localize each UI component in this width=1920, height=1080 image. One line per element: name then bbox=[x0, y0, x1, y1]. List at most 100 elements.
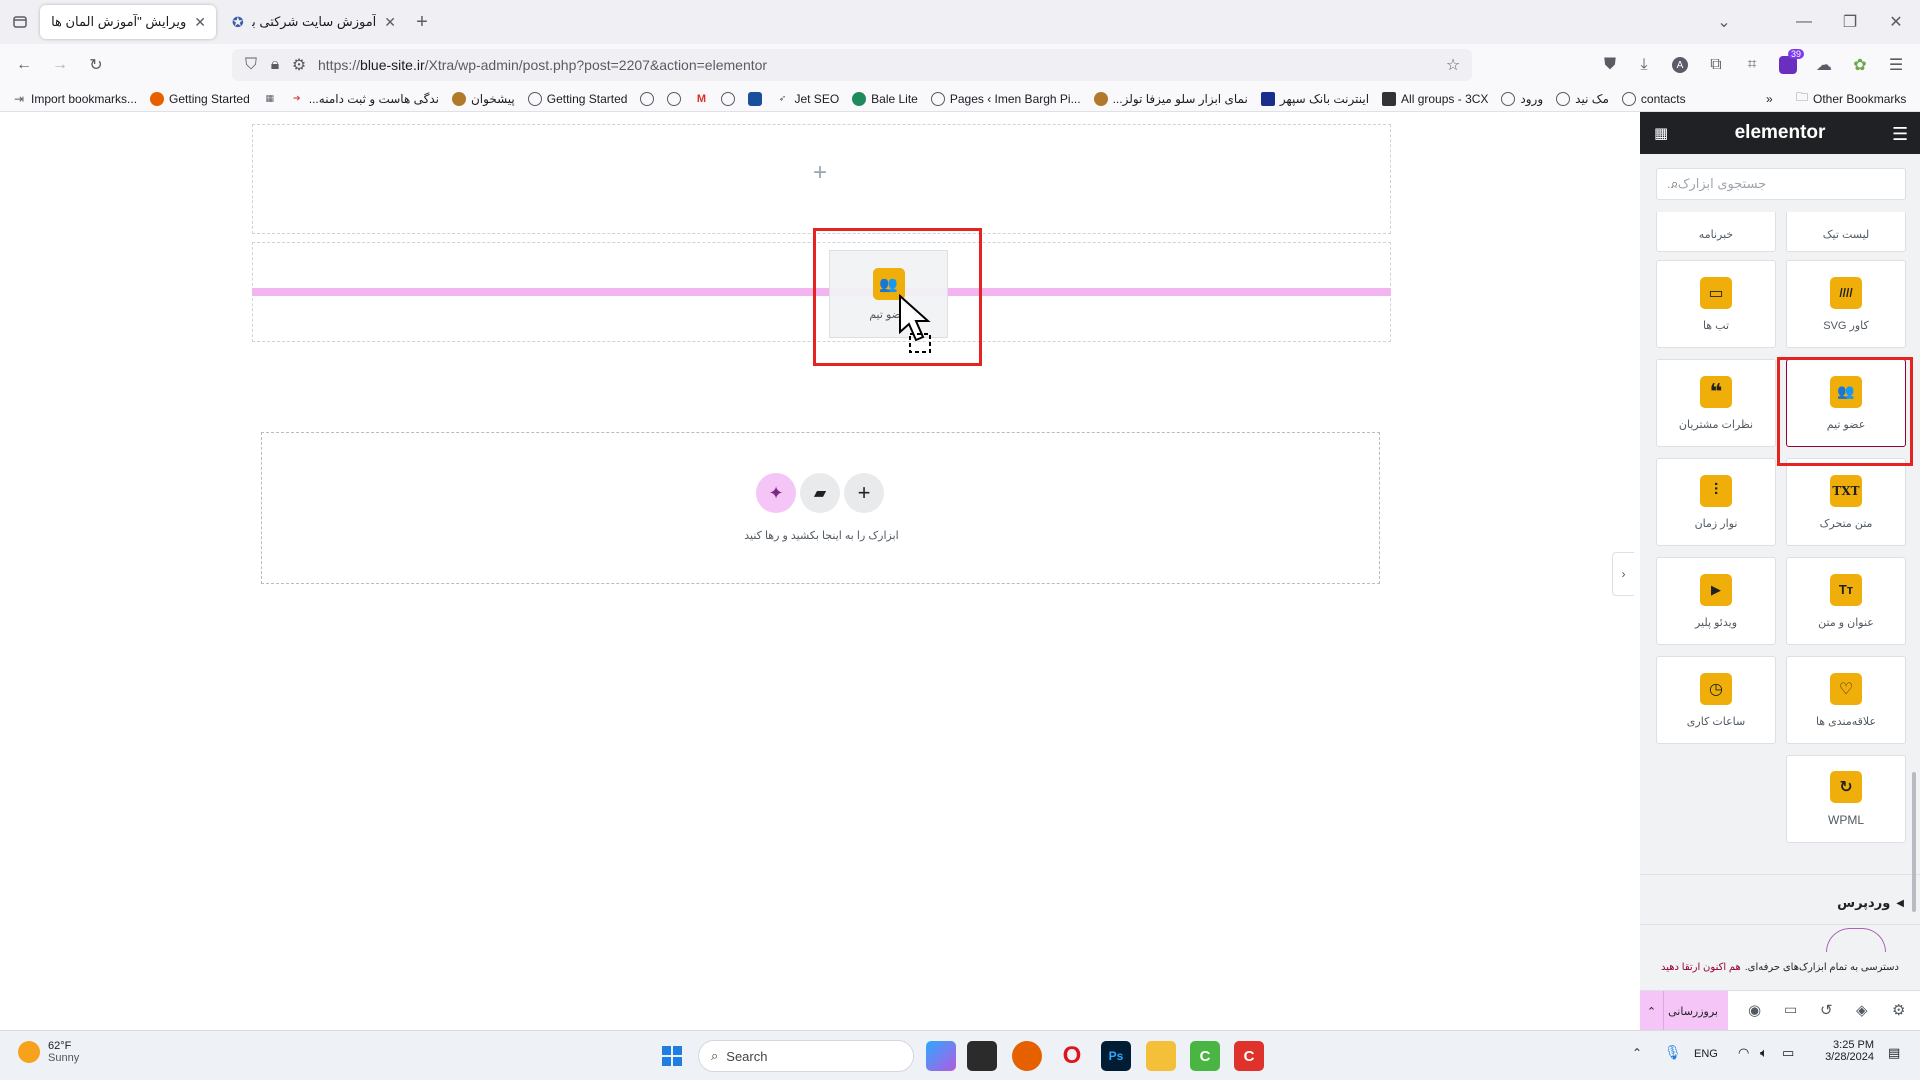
promo-upgrade-link[interactable]: هم اکنون ارتقا دهید bbox=[1661, 962, 1741, 973]
bookmark-item[interactable]: ⇥ Import bookmarks... bbox=[12, 92, 137, 106]
tab-inactive[interactable]: ✪ آموزش سایت شرکتی با قالب اکس... ✕ bbox=[222, 5, 406, 39]
template-library-button[interactable]: ▰ bbox=[800, 473, 840, 513]
bookmark-item[interactable]: اینترنت بانک سپهر bbox=[1260, 91, 1369, 106]
ai-button[interactable]: ✦ bbox=[756, 473, 796, 513]
photoshop-icon[interactable]: Ps bbox=[1101, 1041, 1131, 1071]
bookmark-item[interactable] bbox=[721, 91, 736, 106]
puzzle-icon[interactable]: ✿ bbox=[1848, 53, 1872, 77]
microphone-icon[interactable]: 🎙︎ bbox=[1664, 1044, 1682, 1061]
language-indicator[interactable]: ENG bbox=[1694, 1048, 1718, 1060]
extensions-icon[interactable]: ⧉ bbox=[1704, 53, 1728, 77]
bookmark-item[interactable]: ➶ Jet SEO bbox=[775, 92, 839, 106]
close-tab-icon[interactable]: ✕ bbox=[194, 14, 206, 31]
bookmark-item[interactable]: ورود bbox=[1501, 91, 1543, 106]
update-options-icon[interactable]: ⌃ bbox=[1640, 991, 1664, 1031]
clock[interactable]: 3:25 PM 3/28/2024 bbox=[1818, 1039, 1874, 1063]
hamburger-icon[interactable]: ☰ bbox=[1892, 124, 1908, 145]
close-window-icon[interactable]: ✕ bbox=[1884, 10, 1908, 34]
extension-badge-icon[interactable]: 39 bbox=[1776, 49, 1804, 77]
weather-widget[interactable]: 62°F Sunny bbox=[18, 1040, 79, 1064]
widget-timeline[interactable]: ⫶ نوار زمان bbox=[1656, 458, 1776, 546]
widget-newsletter[interactable]: خبرنامه bbox=[1656, 212, 1776, 252]
more-bookmarks-icon[interactable]: » bbox=[1766, 92, 1773, 106]
notification-icon[interactable]: ▤ bbox=[1888, 1045, 1900, 1061]
camtasia-red-icon[interactable]: C bbox=[1234, 1041, 1264, 1071]
add-section-area[interactable]: ✦ ▰ + ابزارک را به اینجا بکشید و رها کنی… bbox=[261, 432, 1380, 584]
start-icon[interactable] bbox=[657, 1041, 687, 1071]
volume-icon[interactable]: 🔈︎ bbox=[1760, 1045, 1768, 1061]
minimize-icon[interactable]: — bbox=[1792, 10, 1816, 34]
list-all-tabs-icon[interactable]: ⌄ bbox=[1712, 10, 1736, 34]
widget-search-input[interactable]: ⌕ جستجوی ابزارک... bbox=[1656, 168, 1906, 200]
account-icon[interactable]: A bbox=[1668, 53, 1692, 77]
widget-video-player[interactable]: ▶ ویدئو پلیر bbox=[1656, 557, 1776, 645]
bookmark-item[interactable]: Getting Started bbox=[527, 91, 627, 106]
bookmark-item[interactable]: All groups - 3CX bbox=[1382, 91, 1488, 106]
tab-active[interactable]: ویرایش "آموزش المان های اکسترا – ..." ✕ bbox=[40, 5, 216, 39]
opera-icon[interactable]: O bbox=[1057, 1041, 1087, 1071]
widget-testimonials[interactable]: ❝ نظرات مشتریان bbox=[1656, 359, 1776, 447]
widget-animated-text[interactable]: TXT متن متحرک bbox=[1786, 458, 1906, 546]
bookmark-item[interactable]: ▦ bbox=[263, 92, 277, 106]
url-bar[interactable]: ⛉ 🔒︎ ⚙ https://blue-site.ir/Xtra/wp-admi… bbox=[232, 49, 1472, 81]
permissions-icon[interactable]: ⚙ bbox=[290, 56, 308, 74]
taskbar-search[interactable]: ⌕ Search bbox=[698, 1040, 914, 1072]
firefox-taskbar-icon[interactable] bbox=[1012, 1041, 1042, 1071]
crop-icon[interactable]: ⌗ bbox=[1740, 53, 1764, 77]
lock-icon[interactable]: 🔒︎ bbox=[266, 56, 284, 74]
bookmark-item[interactable] bbox=[640, 91, 655, 106]
bookmark-item[interactable]: مک نید bbox=[1556, 91, 1609, 106]
widget-wpml[interactable]: ↻ WPML bbox=[1786, 755, 1906, 843]
forward-icon[interactable]: → bbox=[48, 53, 72, 77]
widget-wishlist[interactable]: ♡ علاقه‌مندی ها bbox=[1786, 656, 1906, 744]
widget-tabs[interactable]: ▭ تب ها bbox=[1656, 260, 1776, 348]
widget-working-hours[interactable]: ◷ ساعات کاری bbox=[1656, 656, 1776, 744]
add-column-icon[interactable]: + bbox=[813, 159, 827, 187]
tab-list-icon[interactable] bbox=[8, 10, 32, 34]
reload-icon[interactable]: ↻ bbox=[84, 53, 108, 77]
navigator-icon[interactable]: ◈ bbox=[1856, 1001, 1868, 1019]
bookmark-item[interactable]: M bbox=[694, 92, 708, 106]
menu-icon[interactable]: ☰ bbox=[1884, 53, 1908, 77]
tray-overflow-icon[interactable]: ⌃ bbox=[1632, 1046, 1642, 1060]
bookmark-item[interactable]: Getting Started bbox=[150, 91, 250, 106]
responsive-icon[interactable]: ▭ bbox=[1784, 1001, 1797, 1018]
bookmark-item[interactable]: ...نمای ابزار سلو میزفا تولز bbox=[1093, 91, 1248, 106]
widgets-grid-icon[interactable]: ▦ bbox=[1654, 124, 1668, 142]
add-section-button[interactable]: + bbox=[844, 473, 884, 513]
history-icon[interactable]: ↺ bbox=[1820, 1001, 1833, 1019]
widget-tick-list[interactable]: لیست تیک bbox=[1786, 212, 1906, 252]
battery-icon[interactable]: ▭ bbox=[1782, 1045, 1794, 1061]
bookmark-item[interactable]: ➔ ...ندگی هاست و ثبت دامنه bbox=[290, 92, 439, 106]
wifi-icon[interactable]: ◠ bbox=[1738, 1045, 1749, 1061]
bookmark-item[interactable]: contacts bbox=[1621, 91, 1686, 106]
settings-icon[interactable]: ⚙ bbox=[1892, 1001, 1905, 1019]
other-bookmarks[interactable]: 🗀 Other Bookmarks bbox=[1796, 88, 1906, 109]
file-explorer-icon[interactable] bbox=[1146, 1041, 1176, 1071]
widget-heading-text[interactable]: Tт عنوان و متن bbox=[1786, 557, 1906, 645]
widget-svg-cover[interactable]: //// کاور SVG bbox=[1786, 260, 1906, 348]
close-tab-icon[interactable]: ✕ bbox=[384, 14, 396, 31]
bookmark-item[interactable] bbox=[748, 91, 763, 106]
task-view-icon[interactable] bbox=[967, 1041, 997, 1071]
bookmark-item[interactable]: پیشخوان bbox=[451, 91, 515, 106]
bookmark-star-icon[interactable]: ☆ bbox=[1444, 56, 1462, 74]
empty-section[interactable]: + bbox=[252, 124, 1391, 234]
cloud-icon[interactable]: ☁ bbox=[1812, 53, 1836, 77]
new-tab-button[interactable]: + bbox=[408, 8, 436, 36]
bookmark-item[interactable] bbox=[667, 91, 682, 106]
tracking-shield-icon[interactable]: ⛉ bbox=[242, 56, 260, 74]
copilot-icon[interactable] bbox=[926, 1041, 956, 1071]
pocket-icon[interactable]: ⛊ bbox=[1598, 53, 1622, 77]
back-icon[interactable]: ← bbox=[12, 53, 36, 77]
panel-scrollbar[interactable] bbox=[1912, 772, 1916, 912]
bookmark-item[interactable]: Pages ‹ Imen Bargh Pi... bbox=[930, 91, 1081, 106]
bookmark-item[interactable]: Bale Lite bbox=[852, 91, 918, 106]
downloads-icon[interactable]: ⤓ bbox=[1632, 53, 1656, 77]
restore-icon[interactable]: ❐ bbox=[1838, 10, 1862, 34]
camtasia-green-icon[interactable]: C bbox=[1190, 1041, 1220, 1071]
panel-collapse-icon[interactable]: › bbox=[1612, 552, 1634, 596]
category-wordpress[interactable]: وردپرس ◀ bbox=[1640, 888, 1920, 918]
new-tab-label: + bbox=[416, 10, 428, 33]
preview-icon[interactable]: ◉ bbox=[1748, 1001, 1761, 1019]
